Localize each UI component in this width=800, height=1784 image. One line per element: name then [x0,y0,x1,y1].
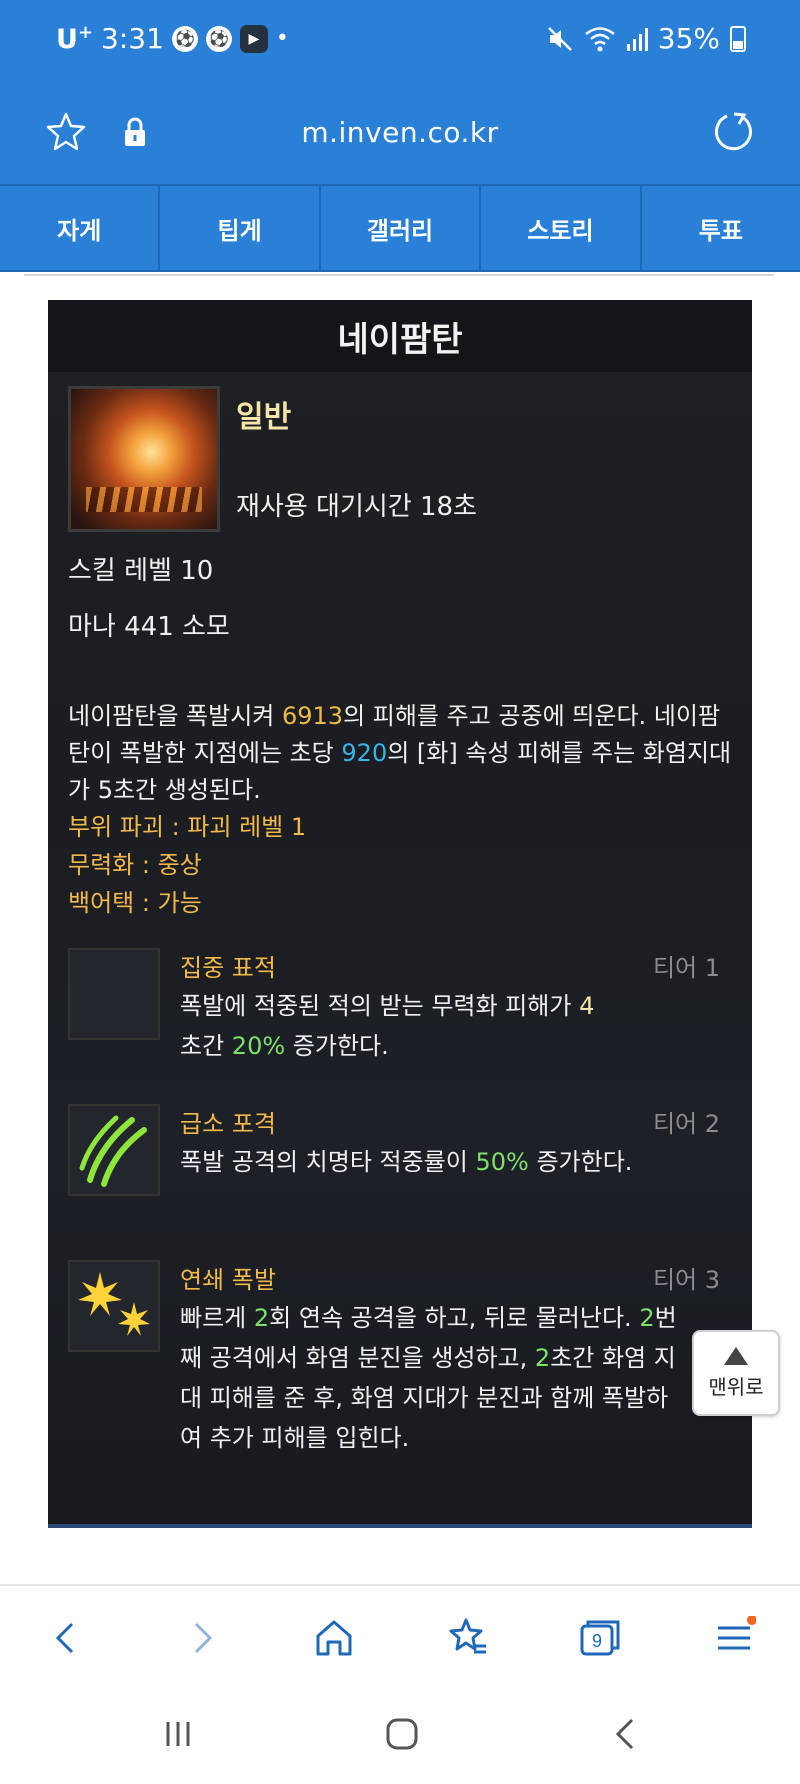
skill-attributes: 부위 파괴 : 파괴 레벨 1 무력화 : 중상 백어택 : 가능 [68,808,306,922]
claw-slash-icon [68,1104,160,1196]
back-nav-button[interactable] [596,1704,656,1764]
hamburger-menu-icon [718,1616,756,1650]
reload-icon[interactable] [708,108,756,156]
skill-description: 네이팜탄을 폭발시켜 6913의 피해를 주고 공중에 띄운다. 네이팜탄이 폭… [68,702,732,804]
board-tabs: 자게 팁게 갤러리 스토리 투표 [0,184,800,272]
url-text[interactable]: m.inven.co.kr [0,116,800,149]
tripod-item: 급소 포격 티어 2 폭발 공격의 치명타 적중률이 50% 증가한다. [68,1104,740,1224]
divider [24,274,774,276]
arrow-up-icon [724,1346,748,1365]
battery-icon [730,25,746,52]
dot-damage-value: 920 [341,739,388,767]
tab-free-board[interactable]: 자게 [0,186,161,270]
tabs-icon: 9 [580,1620,620,1656]
notification-dot-icon [747,1616,756,1625]
tab-gallery[interactable]: 갤러리 [321,186,482,270]
back-attack-attribute: 백어택 : 가능 [68,889,202,917]
svg-text:9: 9 [592,1631,602,1651]
tab-story[interactable]: 스토리 [481,186,642,270]
back-to-top-button[interactable]: 맨위로 [692,1330,780,1416]
skill-mana-cost: 마나 441 소모 [68,612,230,642]
tripod-name: 집중 표적 [180,954,276,982]
browser-toolbar: 9 [0,1584,800,1684]
status-right: 35% [546,22,746,55]
tripod-description: 빠르게 2회 연속 공격을 하고, 뒤로 물러난다. 2번째 공격에서 화염 분… [180,1304,677,1452]
tripod-tier: 티어 1 [652,954,720,982]
target-shatter-icon [68,948,160,1040]
home-nav-button[interactable] [372,1704,432,1764]
url-bar: m.inven.co.kr [0,96,800,172]
tripod-tier: 티어 2 [652,1110,720,1138]
more-notifications-dot-icon: • [275,26,289,51]
system-nav-bar [0,1684,800,1784]
skill-grade: 일반 [236,400,292,435]
part-break-attribute: 부위 파괴 : 파괴 레벨 1 [68,813,307,841]
chevron-right-icon [194,1622,213,1654]
mute-icon [547,26,572,51]
soccer-ball-icon: ⚽ [205,25,232,52]
carrier-label: U+ [56,22,94,55]
play-app-icon: ▶ [239,24,268,53]
tripod-description: 폭발 공격의 치명타 적중률이 50% 증가한다. [180,1148,633,1176]
forward-button[interactable] [172,1608,232,1668]
burst-explosion-icon [68,1260,160,1352]
tripod-item: 연쇄 폭발 티어 3 빠르게 2회 연속 공격을 하고, 뒤로 물러난다. 2번… [68,1260,740,1460]
tripod-name: 연쇄 폭발 [180,1266,276,1294]
skill-title: 네이팜탄 [48,300,752,372]
tab-vote[interactable]: 투표 [642,186,800,270]
damage-value: 6913 [281,702,344,730]
wifi-icon [584,26,615,51]
bookmark-list-icon [449,1618,486,1654]
back-button[interactable] [36,1608,96,1668]
tripod-name: 급소 포격 [180,1110,276,1138]
back-chevron-icon [615,1718,634,1750]
soccer-ball-icon: ⚽ [171,25,198,52]
recent-apps-icon [166,1722,190,1746]
tripod-item: 집중 표적 티어 1 폭발에 적중된 적의 받는 무력화 피해가 4 초간 20%… [68,948,740,1068]
clock: 3:31 [101,22,164,55]
tabs-button[interactable]: 9 [570,1608,630,1668]
home-square-icon [386,1718,418,1750]
battery-percent: 35% [657,22,720,55]
home-button[interactable] [304,1608,364,1668]
home-icon [316,1620,352,1656]
status-bar: U+ 3:31 ⚽ ⚽ ▶ • 35% [0,0,800,84]
skill-level: 스킬 레벨 10 [68,556,214,586]
menu-button[interactable] [704,1608,764,1668]
chevron-left-icon [55,1622,74,1654]
status-left: U+ 3:31 ⚽ ⚽ ▶ • [56,22,289,55]
signal-icon [626,27,648,51]
tab-tip-board[interactable]: 팁게 [160,186,321,270]
skill-cooldown: 재사용 대기시간 18초 [236,492,477,522]
recent-apps-button[interactable] [148,1704,208,1764]
tripod-description: 폭발에 적중된 적의 받는 무력화 피해가 4 초간 20% 증가한다. [180,992,595,1060]
back-to-top-label: 맨위로 [708,1374,764,1399]
skill-tooltip-image: 네이팜탄 일반 재사용 대기시간 18초 스킬 레벨 10 마나 441 소모 … [48,300,752,1528]
browser-top-bar: U+ 3:31 ⚽ ⚽ ▶ • 35% m.inven.co.kr [0,0,800,184]
napalm-skill-icon [68,386,220,532]
tripod-tier: 티어 3 [652,1266,720,1294]
bookmarks-button[interactable] [438,1608,498,1668]
stagger-attribute: 무력화 : 중상 [68,851,202,879]
